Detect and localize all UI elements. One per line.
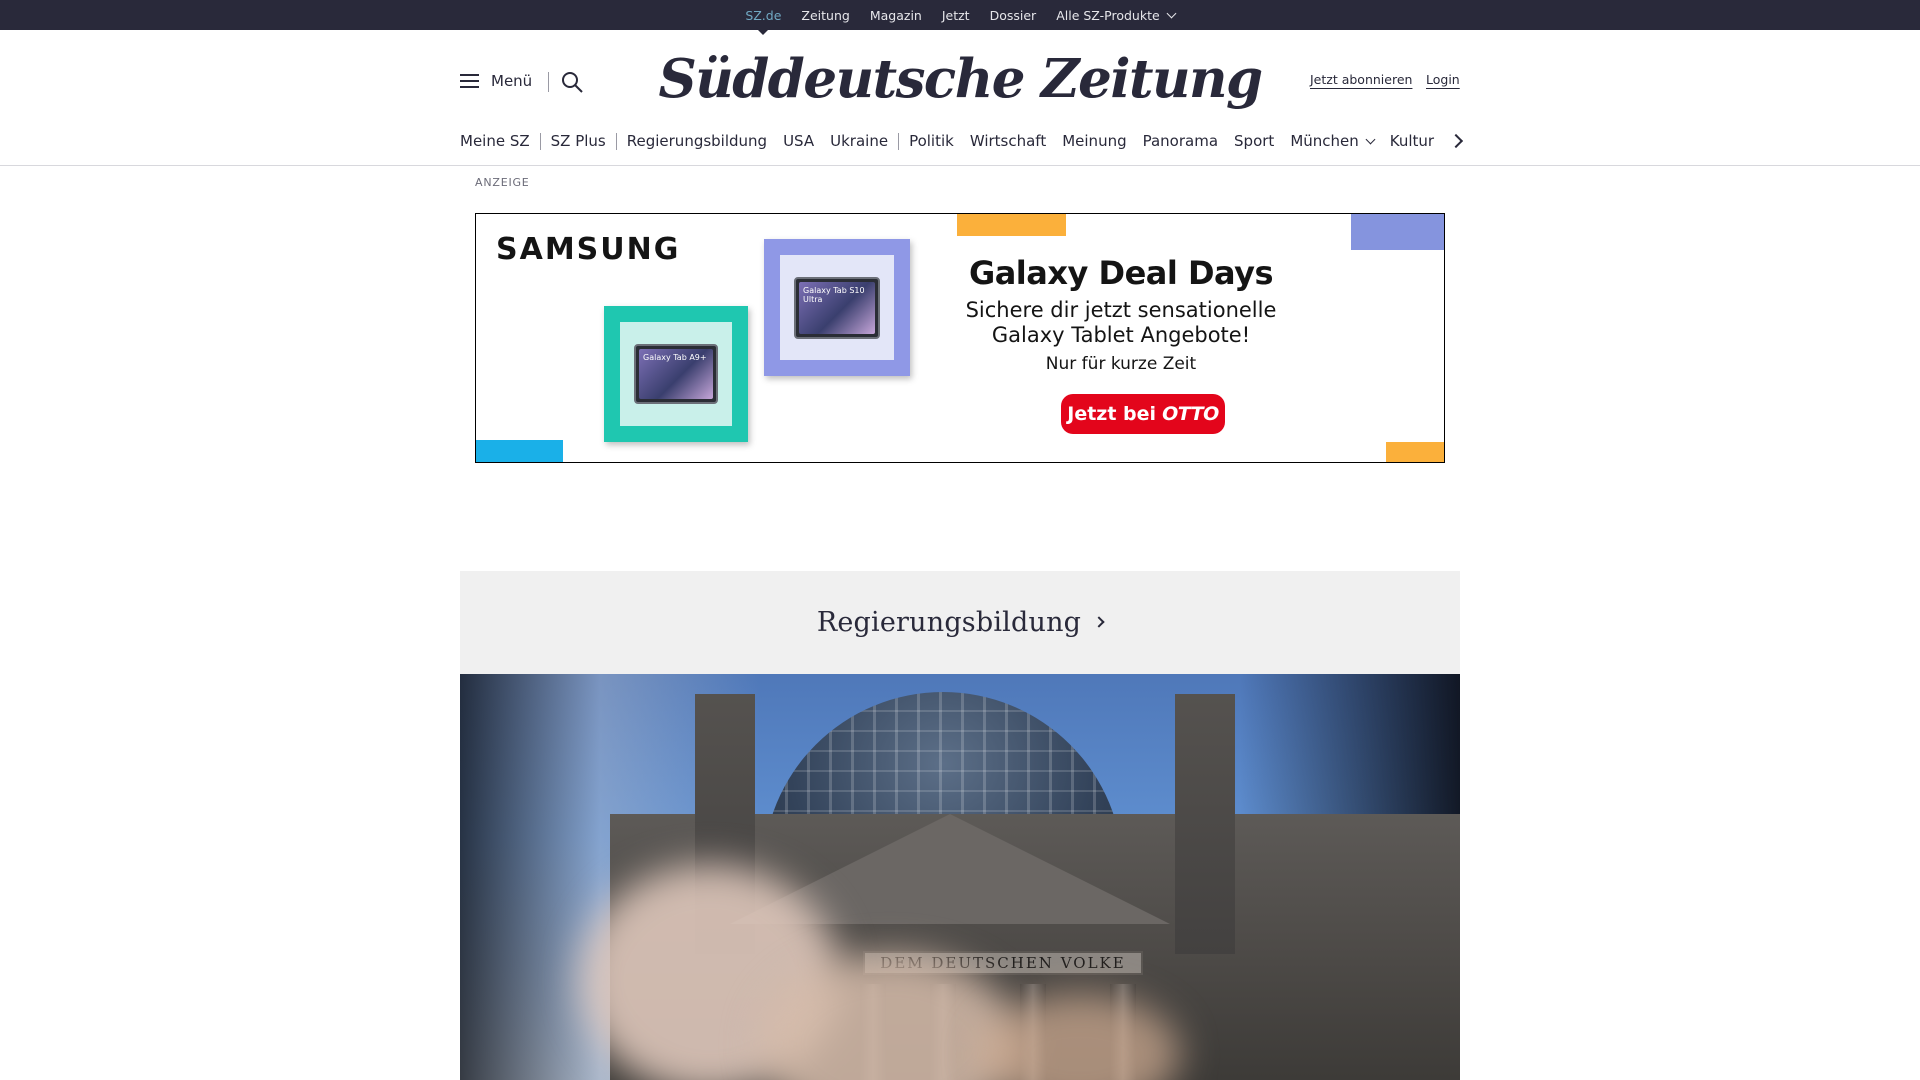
- login-link[interactable]: Login: [1426, 72, 1460, 87]
- reichstag-tower-right: [1175, 694, 1235, 954]
- ad-label: ANZEIGE: [475, 176, 530, 189]
- nav-item-sz-plus[interactable]: SZ Plus: [551, 132, 606, 150]
- tablet-label: Galaxy Tab S10 Ultra: [799, 282, 875, 334]
- nav-item-usa[interactable]: USA: [783, 132, 814, 150]
- search-icon[interactable]: [561, 71, 583, 93]
- chevron-down-icon: [1365, 134, 1376, 145]
- ad-deco-blue: [476, 440, 563, 462]
- hamburger-icon: [460, 74, 479, 88]
- ad-deco-orange-bottom: [1386, 442, 1444, 462]
- ad-deco-purple: [1351, 214, 1444, 250]
- all-products-label: Alle SZ-Produkte: [1056, 7, 1160, 23]
- tablet-label: Galaxy Tab A9+: [639, 349, 713, 399]
- menu-button[interactable]: Menü: [460, 72, 532, 90]
- topbar-link-zeitung[interactable]: Zeitung: [801, 8, 849, 23]
- nav-item-regierungsbildung[interactable]: Regierungsbildung: [627, 132, 767, 150]
- nav-divider: [898, 132, 900, 150]
- top-product-bar: SZ.de Zeitung Magazin Jetzt Dossier Alle…: [0, 0, 1920, 35]
- nav-item-ukraine[interactable]: Ukraine: [830, 132, 888, 150]
- menu-label: Menü: [491, 72, 533, 90]
- site-header: Menü Süddeutsche Zeitung Jetzt abonniere…: [0, 30, 1920, 166]
- otto-logo: OTTO: [1162, 403, 1219, 425]
- site-logo[interactable]: Süddeutsche Zeitung: [658, 44, 1263, 114]
- all-products-dropdown[interactable]: Alle SZ-Produkte: [1056, 7, 1177, 23]
- nav-item-meine-sz[interactable]: Meine SZ: [460, 132, 530, 150]
- ad-cta-button[interactable]: Jetzt bei OTTO: [1061, 394, 1225, 434]
- ad-note: Nur für kurze Zeit: [1045, 354, 1197, 374]
- ad-cta-label: Jetzt bei: [1067, 403, 1157, 425]
- ad-banner[interactable]: SAMSUNG Galaxy Tab A9+ Galaxy Tab S10 Ul…: [475, 213, 1445, 463]
- nav-item-meinung[interactable]: Meinung: [1062, 132, 1126, 150]
- nav-item-panorama[interactable]: Panorama: [1143, 132, 1218, 150]
- nav-item-wirtschaft[interactable]: Wirtschaft: [970, 132, 1046, 150]
- ad-subline: Sichere dir jetzt sensationelle Galaxy T…: [965, 298, 1277, 347]
- nav-item-politik[interactable]: Politik: [909, 132, 954, 150]
- tablet-image: Galaxy Tab S10 Ultra: [794, 277, 880, 339]
- section-title: Regierungsbildung: [816, 607, 1082, 638]
- ad-product-tile: Galaxy Tab S10 Ultra: [764, 239, 910, 376]
- hero-image-reichstag[interactable]: DEM DEUTSCHEN VOLKE: [460, 674, 1460, 1080]
- topbar-link-magazin[interactable]: Magazin: [870, 8, 922, 23]
- divider: [548, 72, 549, 92]
- nav-item-sport[interactable]: Sport: [1234, 132, 1274, 150]
- main-nav: Meine SZ SZ Plus Regierungsbildung USA U…: [460, 130, 1434, 152]
- ad-brand-logo: SAMSUNG: [496, 232, 681, 267]
- nav-item-muenchen[interactable]: München: [1290, 132, 1376, 150]
- topbar-link-szde[interactable]: SZ.de: [745, 8, 781, 35]
- ad-product-tile: Galaxy Tab A9+: [604, 306, 748, 442]
- ad-deco-orange: [957, 214, 1066, 236]
- nav-scroll-right-icon[interactable]: [1450, 131, 1464, 149]
- top-product-links: SZ.de Zeitung Magazin Jetzt Dossier Alle…: [745, 7, 1177, 35]
- topbar-link-dossier[interactable]: Dossier: [990, 8, 1037, 23]
- subscribe-link[interactable]: Jetzt abonnieren: [1310, 72, 1412, 87]
- nav-item-muenchen-label: München: [1290, 132, 1359, 150]
- nav-divider: [539, 132, 541, 150]
- nav-divider: [615, 132, 617, 150]
- section-header-regierungsbildung[interactable]: Regierungsbildung: [460, 571, 1460, 674]
- chevron-right-icon: [1093, 615, 1105, 628]
- topbar-link-jetzt[interactable]: Jetzt: [942, 8, 970, 23]
- chevron-down-icon: [1166, 8, 1177, 18]
- nav-item-kultur[interactable]: Kultur: [1390, 132, 1434, 150]
- tablet-image: Galaxy Tab A9+: [634, 344, 718, 404]
- ad-headline: Galaxy Deal Days: [968, 254, 1274, 292]
